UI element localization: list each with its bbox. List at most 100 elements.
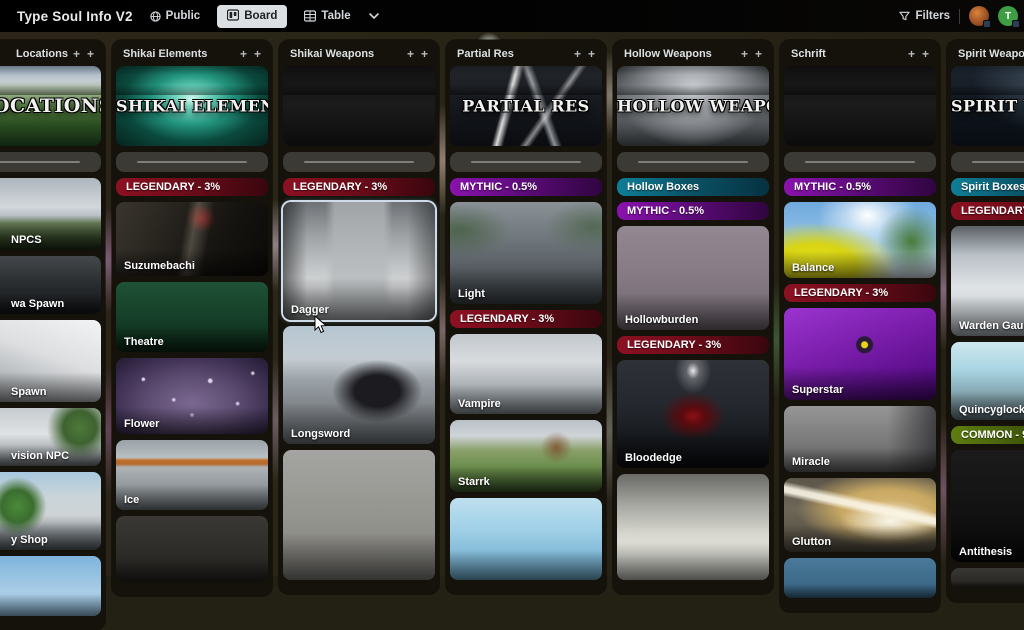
card-suzumebachi[interactable]: Suzumebachi bbox=[116, 202, 268, 276]
list-collapse-icon[interactable]: + bbox=[741, 48, 748, 60]
list-menu-icon[interactable]: + bbox=[922, 48, 929, 60]
banner-card-mythic-0-5[interactable]: MYTHIC - 0.5% bbox=[450, 178, 602, 196]
banner-label: LEGENDARY - 3% bbox=[460, 313, 554, 325]
banner-label: MYTHIC - 0.5% bbox=[794, 181, 871, 193]
list-cover-card-hollow-weapons[interactable]: HOLLOW WEAPONS bbox=[617, 66, 769, 146]
card-quincyglock[interactable]: Quincyglock bbox=[951, 342, 1024, 420]
table-view-icon bbox=[304, 10, 316, 22]
list-title[interactable]: Locations bbox=[0, 48, 68, 60]
card-divider[interactable] bbox=[0, 152, 101, 172]
card-superstar[interactable]: Superstar bbox=[784, 308, 936, 400]
list-collapse-icon[interactable]: + bbox=[240, 48, 247, 60]
member-avatar-t[interactable]: T bbox=[998, 6, 1018, 26]
divider-line bbox=[638, 161, 747, 163]
list-title[interactable]: Hollow Weapons bbox=[624, 48, 712, 60]
list-cover-card-shikai-elements[interactable]: SHIKAI ELEMENTS bbox=[116, 66, 268, 146]
card-divider[interactable] bbox=[951, 152, 1024, 172]
view-board-button[interactable]: Board bbox=[217, 5, 287, 28]
list-cover-card-schrift[interactable] bbox=[784, 66, 936, 146]
card-balance[interactable]: Balance bbox=[784, 202, 936, 278]
card-image[interactable] bbox=[116, 516, 268, 582]
card-label: y Shop bbox=[11, 534, 48, 546]
card-bloodedge[interactable]: Bloodedge bbox=[617, 360, 769, 468]
banner-card-mythic-0-5[interactable]: MYTHIC - 0.5% bbox=[784, 178, 936, 196]
banner-card-legendary-3[interactable]: LEGENDARY - 3% bbox=[617, 336, 769, 354]
card-longsword[interactable]: Longsword bbox=[283, 326, 435, 444]
card-light[interactable]: Light bbox=[450, 202, 602, 304]
card-hollowburden[interactable]: Hollowburden bbox=[617, 226, 769, 330]
card-divider[interactable] bbox=[116, 152, 268, 172]
card-divider[interactable] bbox=[283, 152, 435, 172]
list-menu-icon[interactable]: + bbox=[755, 48, 762, 60]
banner-card-mythic-0-5[interactable]: MYTHIC - 0.5% bbox=[617, 202, 769, 220]
banner-label: LEGENDARY - 3% bbox=[293, 181, 387, 193]
card-antithesis[interactable]: Antithesis bbox=[951, 450, 1024, 562]
banner-label: MYTHIC - 0.5% bbox=[460, 181, 537, 193]
card-label: Theatre bbox=[124, 336, 164, 348]
card-image[interactable] bbox=[951, 568, 1024, 588]
list-cover-card-partial-res[interactable]: PARTIAL RES bbox=[450, 66, 602, 146]
card-image[interactable] bbox=[0, 556, 101, 616]
banner-card-legendary-3[interactable]: LEGENDARY - 3% bbox=[450, 310, 602, 328]
visibility-label: Public bbox=[166, 10, 201, 22]
list-collapse-icon[interactable]: + bbox=[73, 48, 80, 60]
banner-card-legendary-3[interactable]: LEGENDARY - 3% bbox=[116, 178, 268, 196]
list-menu-icon[interactable]: + bbox=[254, 48, 261, 60]
banner-card-common-97[interactable]: COMMON - 97% bbox=[951, 426, 1024, 444]
card-starrk[interactable]: Starrk bbox=[450, 420, 602, 492]
card-image[interactable] bbox=[450, 498, 602, 580]
list-menu-icon[interactable]: + bbox=[588, 48, 595, 60]
card-image[interactable] bbox=[784, 558, 936, 598]
cover-art-title: SPIRIT WEAPONS bbox=[951, 97, 1024, 116]
card-wa-spawn[interactable]: wa Spawn bbox=[0, 256, 101, 314]
list-menu-icon[interactable]: + bbox=[421, 48, 428, 60]
card-dagger[interactable]: Dagger bbox=[283, 202, 435, 320]
list-title[interactable]: Schrift bbox=[791, 48, 826, 60]
avatar-badge bbox=[983, 20, 991, 28]
list-title[interactable]: Shikai Weapons bbox=[290, 48, 374, 60]
banner-label: COMMON - 97% bbox=[961, 429, 1024, 441]
card-vision-npc[interactable]: vision NPC bbox=[0, 408, 101, 466]
list-title[interactable]: Spirit Weapons bbox=[958, 48, 1024, 60]
list-collapse-icon[interactable]: + bbox=[407, 48, 414, 60]
card-spawn[interactable]: Spawn bbox=[0, 320, 101, 402]
card-image[interactable] bbox=[283, 450, 435, 580]
card-theatre[interactable]: Theatre bbox=[116, 282, 268, 352]
banner-label: LEGENDARY - 3% bbox=[126, 181, 220, 193]
list-cover-card-shikai-weapons[interactable] bbox=[283, 66, 435, 146]
card-ice[interactable]: Ice bbox=[116, 440, 268, 510]
banner-card-spirit-boxes[interactable]: Spirit Boxes bbox=[951, 178, 1024, 196]
views-chevron-down-icon[interactable] bbox=[368, 12, 380, 20]
banner-card-legendary-3[interactable]: LEGENDARY - 3% bbox=[784, 284, 936, 302]
avatar-initial: T bbox=[1005, 11, 1011, 22]
card-image[interactable] bbox=[617, 474, 769, 580]
list-cover-card-locations[interactable]: LOCATIONS bbox=[0, 66, 101, 146]
card-label: Suzumebachi bbox=[124, 260, 195, 272]
card-label: Balance bbox=[792, 262, 834, 274]
card-glutton[interactable]: Glutton bbox=[784, 478, 936, 552]
visibility-button[interactable]: Public bbox=[150, 10, 201, 22]
list-collapse-icon[interactable]: + bbox=[574, 48, 581, 60]
banner-card-hollow-boxes[interactable]: Hollow Boxes bbox=[617, 178, 769, 196]
banner-card-legendary-3[interactable]: LEGENDARY - 3% bbox=[951, 202, 1024, 220]
card-y-shop[interactable]: y Shop bbox=[0, 472, 101, 550]
card-divider[interactable] bbox=[617, 152, 769, 172]
list-cover-card-spirit-weapons[interactable]: SPIRIT WEAPONS bbox=[951, 66, 1024, 146]
card-flower[interactable]: Flower bbox=[116, 358, 268, 434]
list-collapse-icon[interactable]: + bbox=[908, 48, 915, 60]
topbar: Type Soul Info V2 Public Board Table Fil… bbox=[0, 0, 1024, 32]
filters-button[interactable]: Filters bbox=[899, 10, 950, 22]
list-menu-icon[interactable]: + bbox=[87, 48, 94, 60]
banner-card-legendary-3[interactable]: LEGENDARY - 3% bbox=[283, 178, 435, 196]
card-warden-gauntlet[interactable]: Warden Gauntlet bbox=[951, 226, 1024, 336]
card-divider[interactable] bbox=[784, 152, 936, 172]
list-title[interactable]: Partial Res bbox=[457, 48, 514, 60]
view-table-button[interactable]: Table bbox=[304, 10, 350, 22]
card-npcs[interactable]: NPCS bbox=[0, 178, 101, 250]
list-header: Partial Res + + bbox=[450, 40, 602, 66]
card-miracle[interactable]: Miracle bbox=[784, 406, 936, 472]
member-avatar[interactable] bbox=[969, 6, 989, 26]
card-vampire[interactable]: Vampire bbox=[450, 334, 602, 414]
list-title[interactable]: Shikai Elements bbox=[123, 48, 207, 60]
card-divider[interactable] bbox=[450, 152, 602, 172]
